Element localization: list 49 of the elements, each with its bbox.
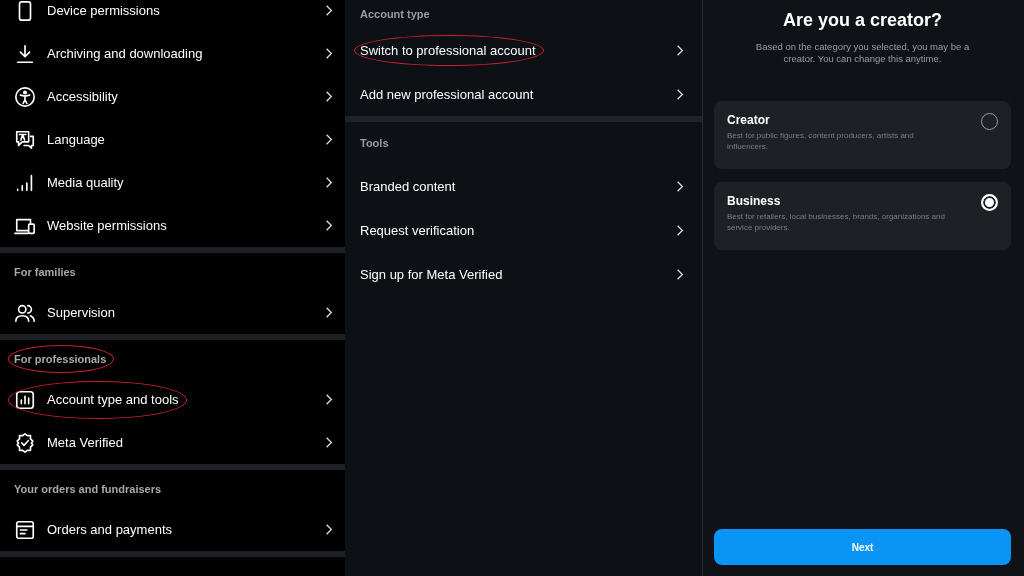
settings-row[interactable]: Archiving and downloading bbox=[0, 32, 345, 75]
settings-row[interactable]: Account type and tools bbox=[0, 378, 345, 421]
verified-badge-icon bbox=[14, 431, 36, 454]
chevron-right-icon bbox=[325, 90, 333, 103]
chevron-right-icon bbox=[676, 223, 684, 237]
chevron-right-icon bbox=[676, 43, 684, 57]
settings-row[interactable]: Meta Verified bbox=[0, 421, 345, 464]
settings-row[interactable]: Website permissions bbox=[0, 204, 345, 247]
translate-icon bbox=[14, 128, 36, 151]
settings-row[interactable]: Media quality bbox=[0, 161, 345, 204]
settings-row[interactable]: Supervision bbox=[0, 291, 345, 334]
chevron-right-icon bbox=[325, 306, 333, 319]
page-subtitle: Based on the category you selected, you may be a creator. You can change this anytime. bbox=[754, 41, 971, 65]
option-title: Creator bbox=[727, 113, 771, 127]
settings-row[interactable]: Branded content bbox=[345, 164, 702, 208]
settings-row[interactable]: Request verification bbox=[345, 208, 702, 252]
section-header: Account type bbox=[360, 8, 430, 20]
chevron-right-icon bbox=[325, 219, 333, 232]
option-card[interactable]: Business Best for retailers, local businesses, brands, organizations and service providers. bbox=[714, 182, 1011, 250]
chevron-right-icon bbox=[676, 87, 684, 101]
page-title: Are you a creator? bbox=[781, 10, 944, 31]
option-card[interactable]: Creator Best for public figures, content producers, artists and influencers. bbox=[714, 101, 1011, 169]
settings-row[interactable]: Switch to professional account bbox=[345, 28, 702, 72]
chevron-right-icon bbox=[325, 133, 333, 146]
receipt-icon bbox=[14, 518, 36, 541]
bar-chart-icon bbox=[14, 388, 36, 411]
settings-row[interactable]: Device permissions bbox=[0, 0, 345, 32]
section-header: Your orders and fundraisers bbox=[14, 483, 162, 495]
option-title: Business bbox=[727, 194, 782, 208]
settings-row[interactable]: Orders and payments bbox=[0, 508, 345, 551]
chevron-right-icon bbox=[676, 267, 684, 281]
chevron-right-icon bbox=[325, 47, 333, 60]
chevron-right-icon bbox=[676, 179, 684, 193]
section-header: Tools bbox=[360, 137, 389, 149]
download-icon bbox=[14, 42, 36, 65]
chevron-right-icon bbox=[325, 176, 333, 189]
settings-row[interactable]: Sign up for Meta Verified bbox=[345, 252, 702, 296]
section-header: For professionals bbox=[14, 353, 107, 365]
chevron-right-icon bbox=[325, 393, 333, 406]
settings-row[interactable]: Add new professional account bbox=[345, 72, 702, 116]
chevron-right-icon bbox=[325, 4, 333, 17]
section-header: For families bbox=[14, 266, 76, 278]
chevron-right-icon bbox=[325, 436, 333, 449]
settings-row[interactable]: Accessibility bbox=[0, 75, 345, 118]
option-description: Best for public figures, content producers, artists and influencers. bbox=[727, 130, 915, 152]
settings-row[interactable]: Language bbox=[0, 118, 345, 161]
accessibility-icon bbox=[14, 85, 36, 108]
chevron-right-icon bbox=[325, 523, 333, 536]
option-description: Best for retailers, local businesses, brands, organizations and service providers. bbox=[727, 211, 946, 233]
